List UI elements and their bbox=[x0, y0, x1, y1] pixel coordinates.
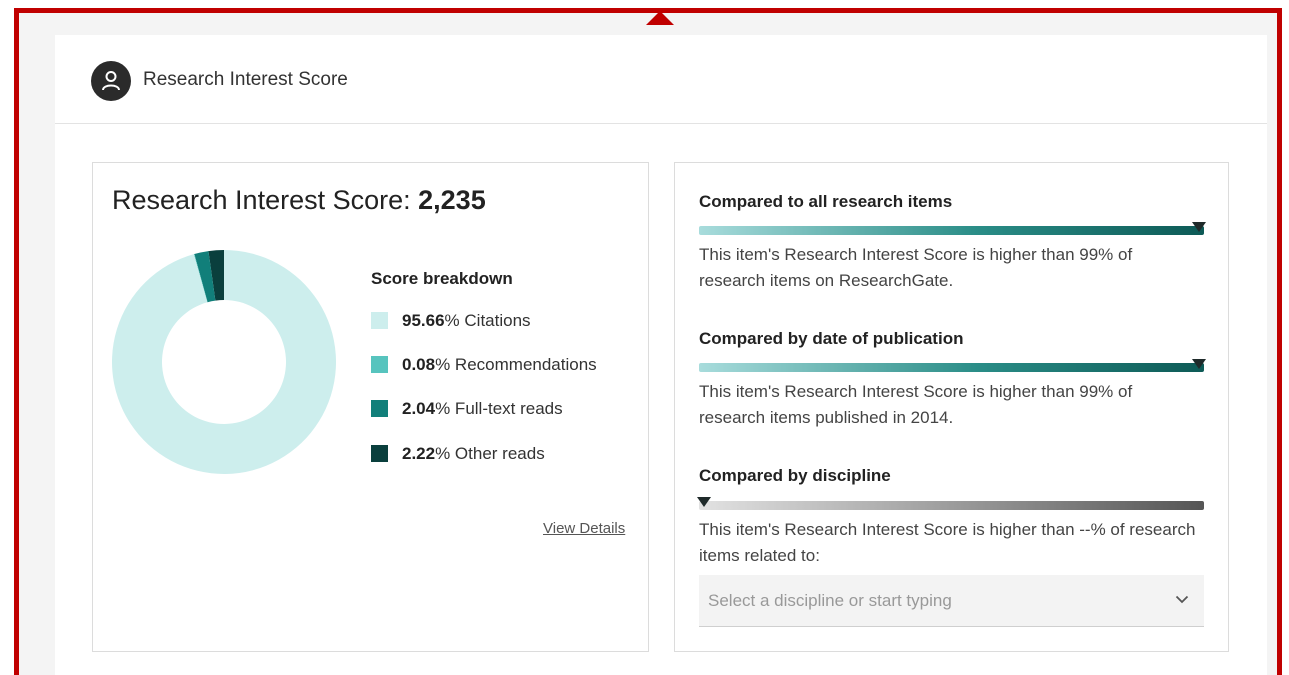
highlight-frame: Research Interest Score Research Interes… bbox=[14, 8, 1282, 675]
score-heading: Research Interest Score: 2,235 bbox=[112, 185, 486, 216]
percentile-marker-icon bbox=[697, 497, 711, 507]
highlight-frame-notch bbox=[646, 11, 674, 25]
discipline-select[interactable]: Select a discipline or start typing bbox=[699, 575, 1204, 627]
legend-text: 95.66% Citations bbox=[402, 311, 531, 331]
card-header: Research Interest Score bbox=[55, 35, 1267, 124]
legend-label: % Full-text reads bbox=[435, 399, 563, 418]
comparison-description-all-items: This item's Research Interest Score is h… bbox=[699, 245, 1133, 290]
score-donut-chart bbox=[112, 250, 336, 474]
score-heading-label: Research Interest Score: bbox=[112, 185, 419, 215]
legend-value: 0.08 bbox=[402, 355, 436, 374]
legend-value: 2.22 bbox=[402, 444, 436, 463]
donut-slice-citations bbox=[112, 250, 336, 474]
percentile-bar-all-items bbox=[699, 226, 1204, 235]
legend-value: 95.66 bbox=[402, 311, 445, 330]
percentile-marker-icon bbox=[1191, 359, 1206, 369]
legend-swatch bbox=[371, 356, 388, 373]
legend-swatch bbox=[371, 400, 388, 417]
chevron-down-icon bbox=[1175, 595, 1189, 604]
legend-text: 2.04% Full-text reads bbox=[402, 399, 563, 419]
comparison-description-publication-date: This item's Research Interest Score is h… bbox=[699, 382, 1133, 427]
legend-swatch bbox=[371, 445, 388, 462]
legend-label: % Citations bbox=[444, 311, 531, 330]
percentile-bar-publication-date bbox=[699, 363, 1204, 372]
breakdown-title: Score breakdown bbox=[371, 269, 513, 288]
user-icon bbox=[91, 61, 131, 101]
legend-label: % Other reads bbox=[435, 444, 545, 463]
comparison-panel: Compared to all research items This item… bbox=[674, 162, 1229, 652]
legend-text: 0.08% Recommendations bbox=[402, 355, 597, 375]
score-panel: Research Interest Score: 2,235 Score bre… bbox=[92, 162, 649, 652]
card-title: Research Interest Score bbox=[143, 69, 348, 90]
discipline-select-placeholder: Select a discipline or start typing bbox=[708, 591, 952, 610]
legend-value: 2.04 bbox=[402, 399, 436, 418]
view-details-link[interactable]: View Details bbox=[543, 520, 625, 537]
comparison-title-all-items: Compared to all research items bbox=[699, 192, 953, 211]
legend-label: % Recommendations bbox=[435, 355, 597, 374]
comparison-description-discipline: This item's Research Interest Score is h… bbox=[699, 520, 1196, 565]
percentile-marker-icon bbox=[1191, 222, 1206, 232]
comparison-title-publication-date: Compared by date of publication bbox=[699, 329, 964, 348]
score-value: 2,235 bbox=[418, 185, 486, 215]
comparison-title-discipline: Compared by discipline bbox=[699, 466, 891, 485]
percentile-bar-discipline bbox=[699, 501, 1204, 510]
legend-swatch bbox=[371, 312, 388, 329]
research-interest-card: Research Interest Score Research Interes… bbox=[55, 35, 1267, 675]
legend-text: 2.22% Other reads bbox=[402, 444, 545, 464]
